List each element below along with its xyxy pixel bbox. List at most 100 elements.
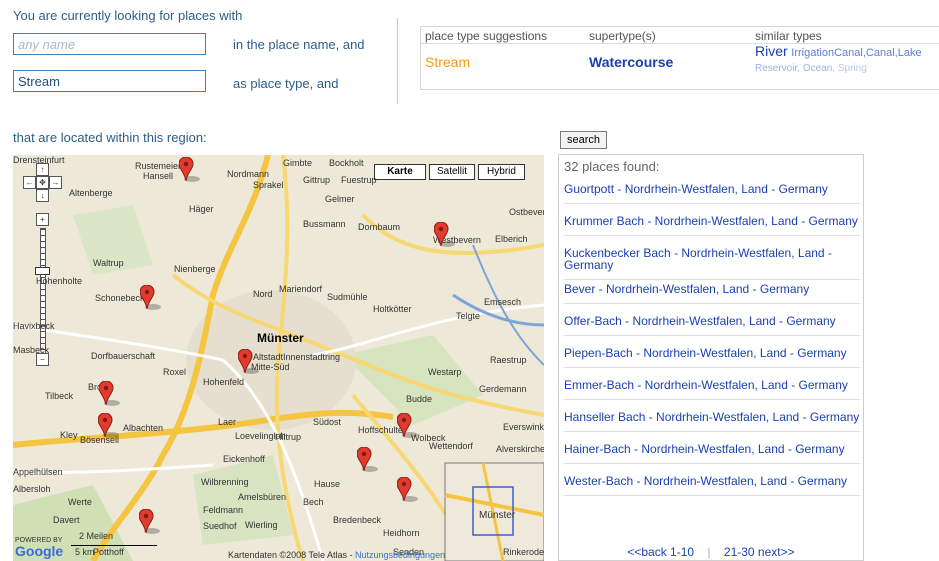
pan-left-icon[interactable]: ← [23,176,36,189]
place-marker-icon[interactable] [178,156,200,182]
map-place-label: Gerdemann [479,384,527,394]
place-marker-icon[interactable] [138,508,160,534]
map-place-label: Raestrup [490,355,527,365]
map-place-label: Bussmann [303,219,346,229]
zoom-slider-handle[interactable] [35,267,50,275]
header-rule [421,43,939,44]
map-place-label: Hohenfeld [203,377,245,387]
result-item[interactable]: Offer-Bach - Nordrhein-Westfalen, Land -… [564,315,860,336]
map-place-label: Alverskirchen [496,444,544,454]
map-place-label: Laer [218,417,237,427]
map-place-label: Drensteinfurt [13,155,65,165]
pan-center-icon[interactable]: ✥ [36,176,49,189]
place-marker-icon[interactable] [237,348,259,374]
map-type-hybrid-button[interactable]: Hybrid [478,164,525,180]
map-place-label: Hansell [143,171,174,181]
pager-separator: | [707,545,711,559]
similar-type-canal[interactable]: Canal [866,47,895,59]
result-item[interactable]: Emmer-Bach - Nordrhein-Westfalen, Land -… [564,379,860,400]
map-place-label: Nord [253,289,273,299]
map-place-label: Feldmann [203,505,244,515]
map-place-label: Bockholt [329,158,364,168]
map-place-label: Appelhülsen [13,467,63,477]
map-place-label: Roxel [163,367,187,377]
pan-right-icon[interactable]: → [49,176,62,189]
similar-type-river[interactable]: River [755,43,788,59]
place-marker-icon[interactable] [396,476,418,502]
place-name-input[interactable] [13,33,206,55]
name-suffix-label: in the place name, and [233,37,365,52]
result-item[interactable]: Kuckenbecker Bach - Nordrhein-Westfalen,… [564,247,860,280]
place-marker-icon[interactable] [97,412,119,438]
map-place-label: Nordmann [227,169,270,179]
pager: <<back 1-10 | 21-30 next>> [559,545,863,559]
col-header-type: place type suggestions [425,29,548,43]
result-item[interactable]: Krummer Bach - Nordrhein-Westfalen, Land… [564,215,860,236]
map-place-label: Gelmer [325,194,355,204]
map-place-label: Holtkötter [373,304,412,314]
overview-city-label: Münster [479,510,516,521]
similar-type-spring[interactable]: Spring [838,63,867,74]
type-suffix-label: as place type, and [233,76,339,91]
zoom-in-icon[interactable]: + [36,213,49,226]
region-map[interactable]: Karte Satellit Hybrid ↑ ← ✥ → ↓ + − Gimb… [13,155,544,561]
place-marker-icon[interactable] [396,412,418,438]
similar-type-irrigationcanal[interactable]: IrrigationCanal [791,47,863,59]
map-place-label: Sprakel [253,180,284,190]
map-place-label: Telgte [456,311,481,321]
pan-down-icon[interactable]: ↓ [36,189,49,202]
map-place-label: Heidhorn [383,528,420,538]
search-button[interactable]: search [560,131,608,149]
result-item[interactable]: Piepen-Bach - Nordrhein-Westfalen, Land … [564,347,860,368]
results-count: 32 places found: [564,159,660,174]
map-place-label: Elberich [495,234,528,244]
map-place-label: Ostbevern [509,207,544,217]
map-place-label: Dornbaum [358,222,401,232]
map-place-label: Wilbrenning [201,477,249,487]
place-marker-icon[interactable] [356,446,378,472]
map-place-label: Tilbeck [45,391,74,401]
map-place-label: Kley [60,430,78,440]
map-copyright: Kartendaten ©2008 Tele Atlas - [228,550,353,560]
map-place-label: Everswinkel [503,422,544,432]
map-place-label: Südost [313,417,342,427]
place-marker-icon[interactable] [98,380,120,406]
map-place-label: Sudmühle [327,292,368,302]
map-terms-link[interactable]: Nutzungsbedingungen [355,550,445,560]
place-marker-icon[interactable] [139,284,161,310]
similar-type-lake[interactable]: Lake [898,47,922,59]
col-header-supertype: supertype(s) [589,29,656,43]
map-place-label: Schonebeck [95,293,145,303]
map-scale-bar [71,545,157,546]
place-marker-icon[interactable] [433,221,455,247]
supertype-link[interactable]: Watercourse [589,54,673,70]
google-logo[interactable]: Google [15,543,63,559]
map-type-satellit-button[interactable]: Satellit [429,164,475,180]
map-place-label: Nienberge [174,264,216,274]
suggested-type-link[interactable]: Stream [425,54,470,70]
pager-next-link[interactable]: 21-30 next>> [724,545,795,559]
form-divider [397,18,398,104]
similar-type-reservoir[interactable]: Reservoir [755,63,797,74]
map-scale-km: 5 km [75,547,95,557]
result-item[interactable]: Bever - Nordrhein-Westfalen, Land - Germ… [564,283,860,304]
map-place-label: Rinkerode [503,547,544,557]
place-type-input[interactable] [13,70,206,92]
map-place-label: Budde [406,394,433,404]
result-item[interactable]: Guortpott - Nordrhein-Westfalen, Land - … [564,183,860,204]
map-place-label: Albachten [123,423,164,433]
map-type-karte-button[interactable]: Karte [374,164,426,180]
result-item[interactable]: Hainer-Bach - Nordrhein-Westfalen, Land … [564,443,860,464]
map-place-label: Hause [314,479,341,489]
map-place-label: Wierling [245,520,278,530]
map-place-label: Altenberge [69,188,113,198]
map-place-label: Suedhof [203,521,237,531]
map-place-label: Eickenhoff [223,454,265,464]
map-place-label: Dorfbauerschaft [91,351,156,361]
pager-back-link[interactable]: <<back 1-10 [627,545,694,559]
result-item[interactable]: Hanseller Bach - Nordrhein-Westfalen, La… [564,411,860,432]
similar-type-ocean[interactable]: Ocean [803,63,832,74]
result-item[interactable]: Wester-Bach - Nordrhein-Westfalen, Land … [564,475,860,496]
map-place-label: Rustemeier [135,161,182,171]
zoom-slider-track[interactable] [40,228,46,350]
